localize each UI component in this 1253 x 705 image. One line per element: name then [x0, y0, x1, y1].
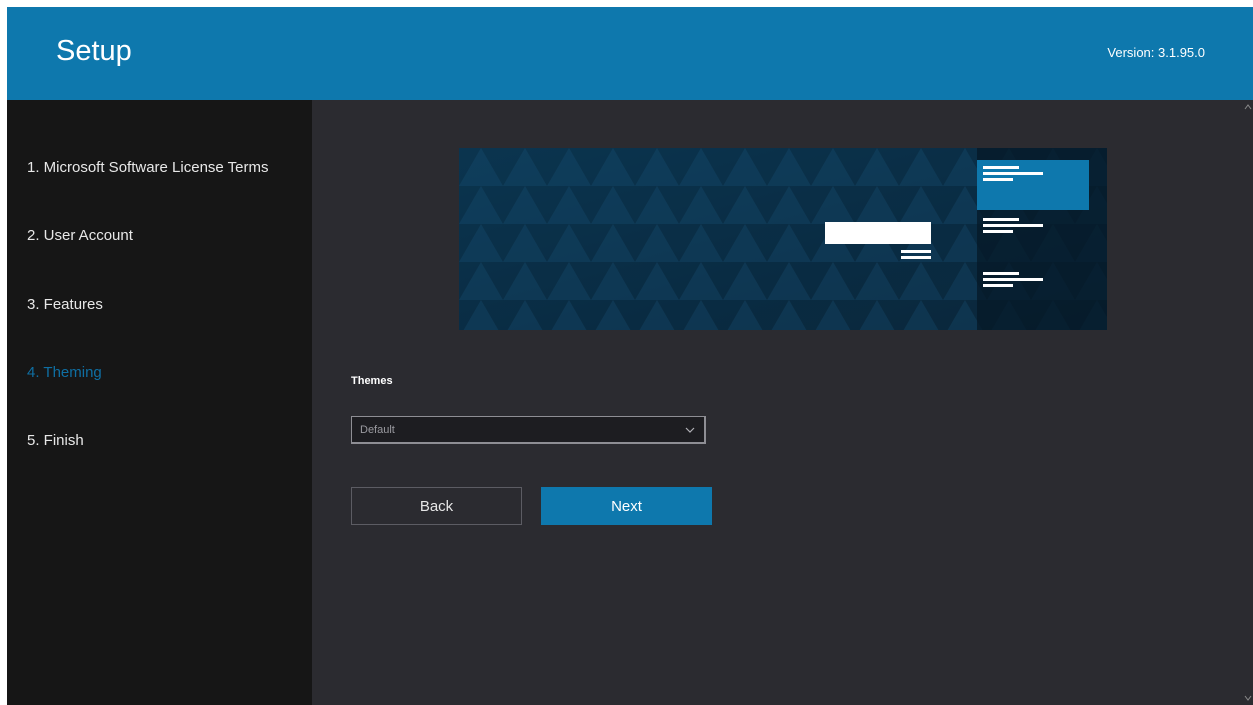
app-title: Setup — [56, 35, 132, 67]
step-user-account[interactable]: 2. User Account — [27, 227, 133, 244]
vertical-scrollbar[interactable] — [1243, 100, 1253, 705]
header-bar: Setup Version: 3.1.95.0 — [7, 7, 1253, 100]
setup-window: Setup Version: 3.1.95.0 1. Microsoft Sof… — [7, 7, 1253, 705]
back-button[interactable]: Back — [351, 487, 522, 525]
step-theming[interactable]: 4. Theming — [27, 364, 102, 381]
scroll-down-icon[interactable] — [1244, 694, 1252, 702]
step-features[interactable]: 3. Features — [27, 296, 103, 313]
steps-sidebar: 1. Microsoft Software License Terms 2. U… — [7, 100, 312, 705]
step-finish[interactable]: 5. Finish — [27, 432, 84, 449]
version-label: Version: 3.1.95.0 — [1107, 45, 1205, 60]
step-license-terms[interactable]: 1. Microsoft Software License Terms — [27, 159, 268, 176]
scroll-up-icon[interactable] — [1244, 103, 1252, 111]
themes-dropdown-value: Default — [360, 424, 395, 436]
themes-dropdown[interactable]: Default — [351, 416, 706, 444]
themes-label: Themes — [351, 375, 393, 387]
chevron-down-icon — [684, 423, 696, 435]
next-button[interactable]: Next — [541, 487, 712, 525]
theme-preview-image — [459, 148, 1107, 330]
theming-panel: Themes Default Back Next — [312, 100, 1253, 705]
